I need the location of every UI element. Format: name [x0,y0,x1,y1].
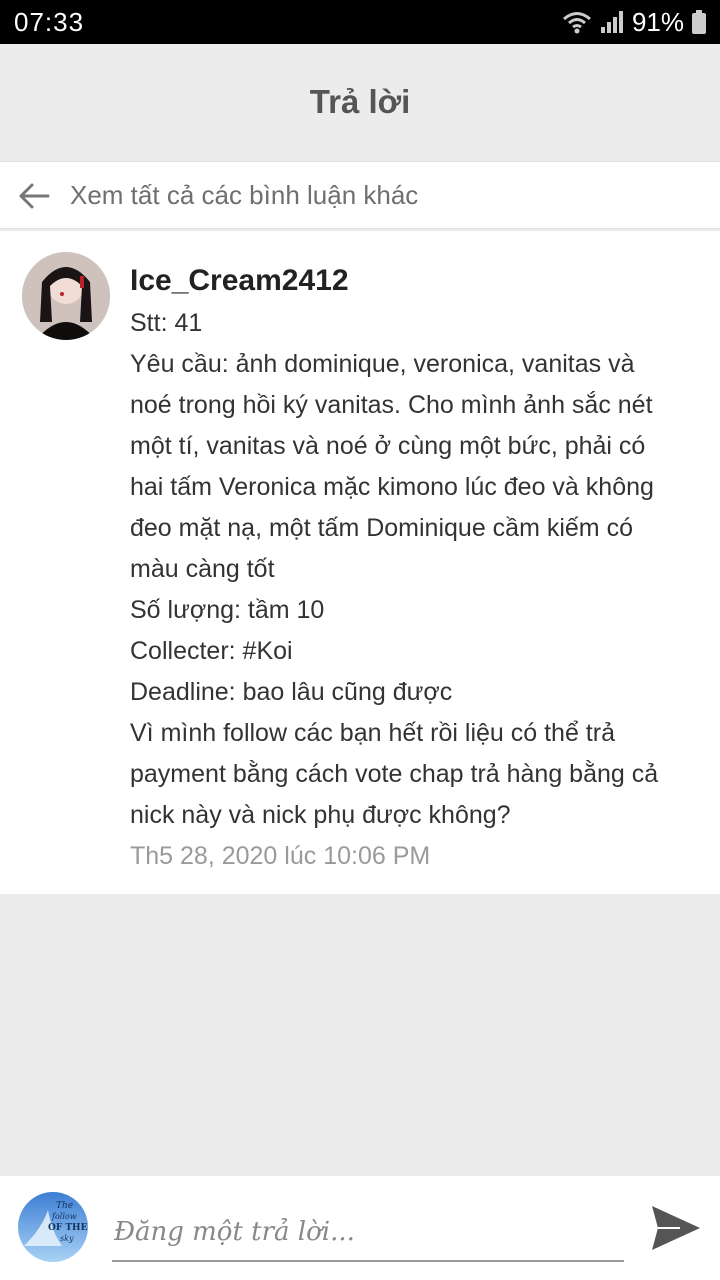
comment-line: Stt: 41 [130,309,203,337]
comment-line: đeo mặt nạ, một tấm Dominique cầm kiếm c… [130,514,633,542]
avatar-image [22,252,110,340]
reply-avatar-text: sky [60,1234,74,1243]
avatar[interactable] [22,252,110,340]
comment-line: Số lượng: tầm 10 [130,596,325,624]
status-time: 07:33 [14,6,85,37]
reply-avatar-image: The follow OF THE sky [18,1192,88,1262]
comment-line: nick này và nick phụ được không? [130,801,511,829]
reply-avatar-text: The [56,1201,73,1211]
view-all-comments-link[interactable]: Xem tất cả các bình luận khác [0,161,720,229]
comment-username[interactable]: Ice_Cream2412 [130,259,710,303]
page-title: Trả lời [309,83,411,120]
status-icons: 91% [562,7,706,38]
reply-bar: The follow OF THE sky [0,1176,720,1280]
comment-line: Collecter: #Koi [130,637,293,665]
status-bar: 07:33 91% [0,0,720,44]
comment-line: noé trong hồi ký vanitas. Cho mình ảnh s… [130,391,653,419]
comment-card: Ice_Cream2412 Stt: 41 Yêu cầu: ảnh domin… [0,231,720,894]
battery-icon [692,10,706,34]
send-button[interactable] [646,1198,706,1258]
page-header: Trả lời [0,44,720,160]
view-all-label[interactable]: Xem tất cả các bình luận khác [70,180,418,211]
reply-avatar[interactable]: The follow OF THE sky [18,1192,88,1262]
comment-line: Yêu cầu: ảnh dominique, veronica, vanita… [130,350,635,378]
wifi-icon [562,12,591,34]
comment-content: Ice_Cream2412 Stt: 41 Yêu cầu: ảnh domin… [130,259,710,874]
reply-avatar-text: OF THE [48,1223,88,1233]
comment-line: hai tấm Veronica mặc kimono lúc đeo và k… [130,473,654,501]
comment-timestamp: Th5 28, 2020 lúc 10:06 PM [130,842,431,870]
comment-line: màu càng tốt [130,555,275,583]
battery-percent: 91% [631,6,684,37]
reply-input[interactable] [112,1204,624,1262]
comment-line: Deadline: bao lâu cũng được [130,678,453,706]
comment-line: payment bằng cách vote chap trả hàng bằn… [130,760,659,788]
send-icon[interactable] [650,1204,702,1252]
comment-line: một tí, vanitas và noé ở cùng một bức, p… [130,432,646,460]
arrow-left-icon[interactable] [18,182,50,210]
reply-avatar-text: follow [51,1212,77,1221]
signal-icon [600,11,623,33]
comment-line: Vì mình follow các bạn hết rồi liệu có t… [130,719,615,747]
